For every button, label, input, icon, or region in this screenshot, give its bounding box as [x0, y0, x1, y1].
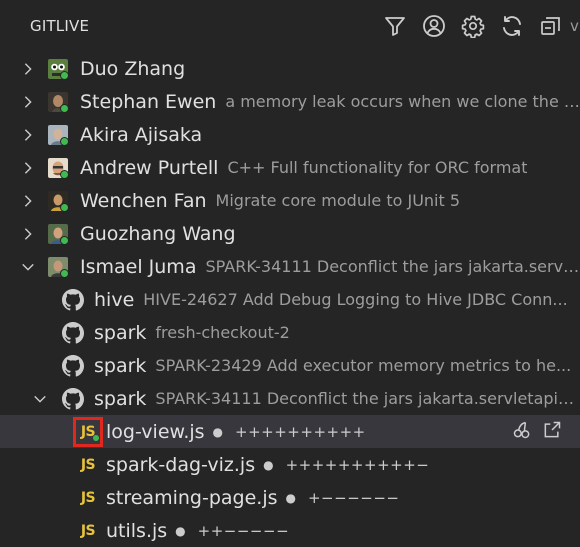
gear-icon[interactable]	[453, 10, 492, 42]
diff-stat: +−−−−−−	[307, 488, 400, 507]
diff-stat: ++−−−−−	[197, 521, 290, 540]
tree-row-file[interactable]: JS streaming-page.js ● +−−−−−−	[0, 481, 580, 514]
repo-branch-desc: HIVE-24627 Add Debug Logging to Hive JDB…	[143, 290, 568, 309]
header-actions: v	[375, 10, 580, 42]
modified-indicator: ●	[175, 523, 186, 538]
online-status-dot	[60, 70, 69, 80]
javascript-file-icon: JS	[73, 416, 103, 447]
avatar	[48, 256, 69, 278]
tree-row-user[interactable]: Stephan Ewen a memory leak occurs when w…	[0, 85, 580, 118]
github-icon	[62, 288, 85, 311]
user-status-desc: Migrate core module to JUnit 5	[215, 191, 461, 210]
gitlive-panel: GITLIVE v Duo Zhang Stephan Ewen a memor…	[0, 0, 580, 547]
tree-row-repo-expanded[interactable]: spark SPARK-34111 Deconflict the jars ja…	[0, 382, 580, 415]
diff-stat: ++++++++++−	[285, 455, 430, 474]
github-icon	[62, 387, 85, 410]
user-name: Akira Ajisaka	[80, 123, 203, 146]
repo-branch-desc: fresh-checkout-2	[155, 323, 290, 342]
user-status-desc: C++ Full functionality for ORC format	[227, 158, 528, 177]
file-icon-label: JS	[80, 522, 96, 539]
repo-branch-desc: SPARK-34111 Deconflict the jars jakarta.…	[155, 389, 580, 408]
javascript-file-icon: JS	[78, 488, 98, 508]
modified-indicator: ●	[285, 490, 296, 505]
online-status-dot	[60, 202, 69, 212]
avatar	[48, 190, 69, 212]
repo-name: hive	[94, 288, 135, 311]
online-status-dot	[60, 169, 69, 179]
user-status-desc: SPARK-34111 Deconflict the jars jakarta.…	[205, 257, 580, 276]
file-name: utils.js	[106, 519, 168, 542]
diff-stat: ++++++++++	[235, 422, 366, 441]
tree-row-repo[interactable]: hive HIVE-24627 Add Debug Logging to Hiv…	[0, 283, 580, 316]
tree-row-file[interactable]: JS utils.js ● ++−−−−−	[0, 514, 580, 547]
online-status-dot	[60, 136, 69, 146]
file-name: spark-dag-viz.js	[106, 453, 256, 476]
user-name: Ismael Juma	[80, 255, 197, 278]
user-status-desc: a memory leak occurs when we clone the s…	[225, 92, 580, 111]
tree-row-user-expanded[interactable]: Ismael Juma SPARK-34111 Deconflict the j…	[0, 250, 580, 283]
github-icon	[62, 321, 85, 344]
panel-title: GITLIVE	[30, 17, 90, 35]
github-icon	[62, 354, 85, 377]
file-name: log-view.js	[106, 420, 205, 443]
refresh-icon[interactable]	[492, 10, 531, 42]
chevron-right-icon[interactable]	[20, 61, 36, 77]
collapse-all-icon[interactable]	[531, 10, 570, 42]
avatar	[48, 58, 69, 80]
online-status-dot	[60, 235, 69, 245]
user-name: Andrew Purtell	[80, 156, 219, 179]
modified-indicator: ●	[263, 457, 274, 472]
file-name: streaming-page.js	[106, 486, 278, 509]
online-status-dot	[93, 434, 99, 441]
online-status-dot	[60, 268, 69, 278]
repo-branch-desc: SPARK-23429 Add executor memory metrics …	[155, 356, 572, 375]
contributor-tree: Duo Zhang Stephan Ewen a memory leak occ…	[0, 52, 580, 547]
row-actions	[512, 420, 562, 444]
avatar	[48, 157, 69, 179]
chevron-right-icon[interactable]	[20, 226, 36, 242]
repo-name: spark	[94, 387, 147, 410]
modified-indicator: ●	[212, 424, 224, 439]
chevron-right-icon[interactable]	[20, 127, 36, 143]
account-icon[interactable]	[414, 10, 453, 42]
user-name: Stephan Ewen	[80, 90, 217, 113]
tree-row-repo[interactable]: spark fresh-checkout-2	[0, 316, 580, 349]
chevron-right-icon[interactable]	[20, 193, 36, 209]
panel-header: GITLIVE v	[0, 0, 580, 52]
javascript-file-icon: JS	[78, 455, 98, 475]
tree-row-user[interactable]: Andrew Purtell C++ Full functionality fo…	[0, 151, 580, 184]
user-name: Wenchen Fan	[80, 189, 207, 212]
repo-name: spark	[94, 354, 147, 377]
chevron-right-icon[interactable]	[20, 160, 36, 176]
tree-row-file-selected[interactable]: JS log-view.js ● ++++++++++	[0, 415, 580, 448]
tree-row-user[interactable]: Wenchen Fan Migrate core module to JUnit…	[0, 184, 580, 217]
repo-name: spark	[94, 321, 147, 344]
file-icon-label: JS	[80, 456, 96, 473]
tree-row-user[interactable]: Guozhang Wang	[0, 217, 580, 250]
tree-row-file[interactable]: JS spark-dag-viz.js ● ++++++++++−	[0, 448, 580, 481]
avatar	[48, 223, 69, 245]
open-external-icon[interactable]	[542, 420, 562, 444]
cherry-pick-icon[interactable]	[512, 420, 532, 444]
chevron-down-icon[interactable]	[32, 391, 48, 407]
file-icon-label: JS	[80, 489, 96, 506]
user-name: Duo Zhang	[80, 57, 186, 80]
tree-row-repo[interactable]: spark SPARK-23429 Add executor memory me…	[0, 349, 580, 382]
tree-row-user[interactable]: Akira Ajisaka	[0, 118, 580, 151]
avatar	[48, 91, 69, 113]
overflow-glyph: v	[570, 17, 579, 35]
javascript-file-icon: JS	[78, 521, 98, 541]
avatar	[48, 124, 69, 146]
chevron-down-icon[interactable]	[20, 259, 36, 275]
chevron-right-icon[interactable]	[20, 94, 36, 110]
user-name: Guozhang Wang	[80, 222, 236, 245]
online-status-dot	[60, 103, 69, 113]
filter-icon[interactable]	[375, 10, 414, 42]
tree-row-user[interactable]: Duo Zhang	[0, 52, 580, 85]
